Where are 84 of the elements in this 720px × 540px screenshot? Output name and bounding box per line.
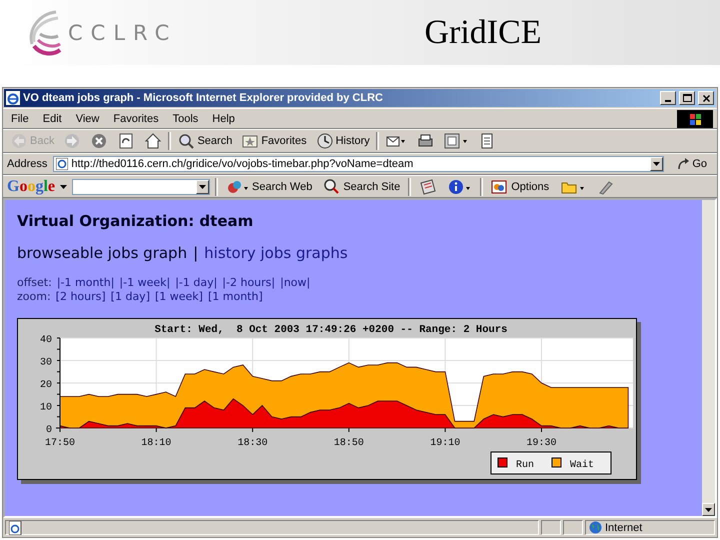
range-link[interactable]: |-1 month| [56, 276, 114, 290]
stop-icon [90, 132, 108, 150]
dropdown-arrow-icon [653, 162, 660, 166]
legend-label: Wait [570, 460, 594, 471]
zone-label: Internet [605, 522, 642, 534]
options-icon [491, 178, 510, 196]
close-icon [702, 94, 710, 102]
refresh-icon [117, 132, 136, 150]
legend-label: Run [516, 460, 534, 471]
history-icon [316, 132, 334, 150]
web-button[interactable]: Search Web [223, 176, 316, 196]
window-title: VO dteam jobs graph - Microsoft Internet Explorer provided by CLRC [23, 92, 384, 104]
menu-item[interactable]: Edit [38, 112, 66, 126]
address-field[interactable]: http://thed0116.cern.ch/gridice/vo/vojobs-timebar.php?voName=dteam [53, 156, 664, 172]
dropdown-arrow-icon [60, 184, 68, 188]
row-label: zoom: [17, 290, 51, 304]
dropdown-arrow-icon [199, 184, 206, 188]
google-logo[interactable]: Google [7, 178, 56, 196]
scroll-down-icon [705, 508, 712, 512]
page-e-icon [9, 520, 23, 534]
page-heading: Virtual Organization: dteam [17, 212, 254, 230]
favorites-button[interactable]: Favorites [238, 131, 310, 151]
range-link[interactable]: [1 week] [154, 290, 203, 304]
browser-e-icon [6, 91, 20, 105]
current-view-text: browseable jobs graph [17, 244, 188, 262]
url-text: http://thed0116.cern.ch/gridice/vo/vojobs-timebar.php?voName=dteam [71, 158, 414, 170]
menu-item[interactable]: Tools [168, 112, 202, 126]
row-label: offset: [17, 276, 52, 290]
axis-tick-label: 18:10 [141, 438, 172, 449]
separator-text: | [193, 244, 198, 262]
forward-icon [63, 132, 82, 150]
status-panel [541, 520, 561, 535]
site-icon [323, 178, 342, 196]
view-link[interactable]: history jobs graphs [204, 244, 348, 262]
axis-tick-label: 30 [40, 358, 52, 368]
chart-title: Start: Wed, 8 Oct 2003 17:49:26 +0200 -- Range: 2 Hours [154, 324, 508, 336]
axis-tick-label: 0 [46, 425, 52, 436]
options-button[interactable]: Options [488, 176, 552, 196]
scrollbar[interactable] [702, 200, 715, 516]
slide-title: GridICE [423, 14, 543, 52]
page-e-icon [56, 158, 68, 170]
windows-flag-icon [677, 110, 713, 128]
history-button[interactable]: History [312, 131, 373, 151]
range-link[interactable]: |-2 hours| [222, 276, 276, 290]
minimize-button[interactable] [660, 91, 676, 105]
axis-tick-label: 18:30 [238, 438, 268, 449]
home-icon [144, 132, 162, 150]
go-arrow-icon [676, 157, 690, 171]
search-icon [177, 132, 196, 150]
axis-tick-label: 18:50 [334, 438, 364, 449]
axis-tick-label: 17:50 [45, 438, 75, 449]
go-button[interactable]: Go [670, 157, 713, 171]
legend-swatch [498, 458, 508, 468]
range-link[interactable]: [1 day] [110, 290, 150, 304]
site-button[interactable]: Search Site [320, 176, 404, 196]
legend-swatch [552, 458, 562, 468]
axis-tick-label: 20 [40, 380, 52, 391]
range-link[interactable]: [2 hours] [56, 290, 106, 304]
globe-icon [589, 521, 602, 534]
axis-tick-label: 19:10 [430, 438, 460, 449]
range-link[interactable]: |-1 week| [119, 276, 170, 290]
range-link[interactable]: |now| [280, 276, 310, 290]
info-icon [448, 178, 472, 196]
close-button[interactable] [698, 91, 714, 105]
axis-tick-label: 40 [40, 335, 52, 346]
address-label: Address [7, 158, 48, 170]
back-icon [10, 132, 28, 150]
menu-item[interactable]: Help [208, 112, 239, 126]
menu-item[interactable]: View [72, 112, 104, 126]
google-search-field[interactable] [72, 178, 210, 194]
news-icon [419, 178, 438, 196]
range-link[interactable]: [1 month] [208, 290, 263, 304]
maximize-button[interactable] [679, 91, 695, 105]
minimize-icon [665, 100, 671, 102]
logo-text: CCLRC [68, 20, 178, 44]
search-button[interactable]: Search [174, 131, 236, 151]
menu-item[interactable]: Favorites [109, 112, 163, 126]
edit-icon [442, 132, 469, 150]
range-link[interactable]: |-1 day| [175, 276, 218, 290]
axis-tick-label: 10 [40, 402, 52, 414]
axis-tick-label: 19:30 [526, 438, 557, 449]
status-panel [563, 520, 583, 535]
menu-item[interactable]: File [7, 112, 33, 126]
maximize-icon [682, 94, 692, 102]
